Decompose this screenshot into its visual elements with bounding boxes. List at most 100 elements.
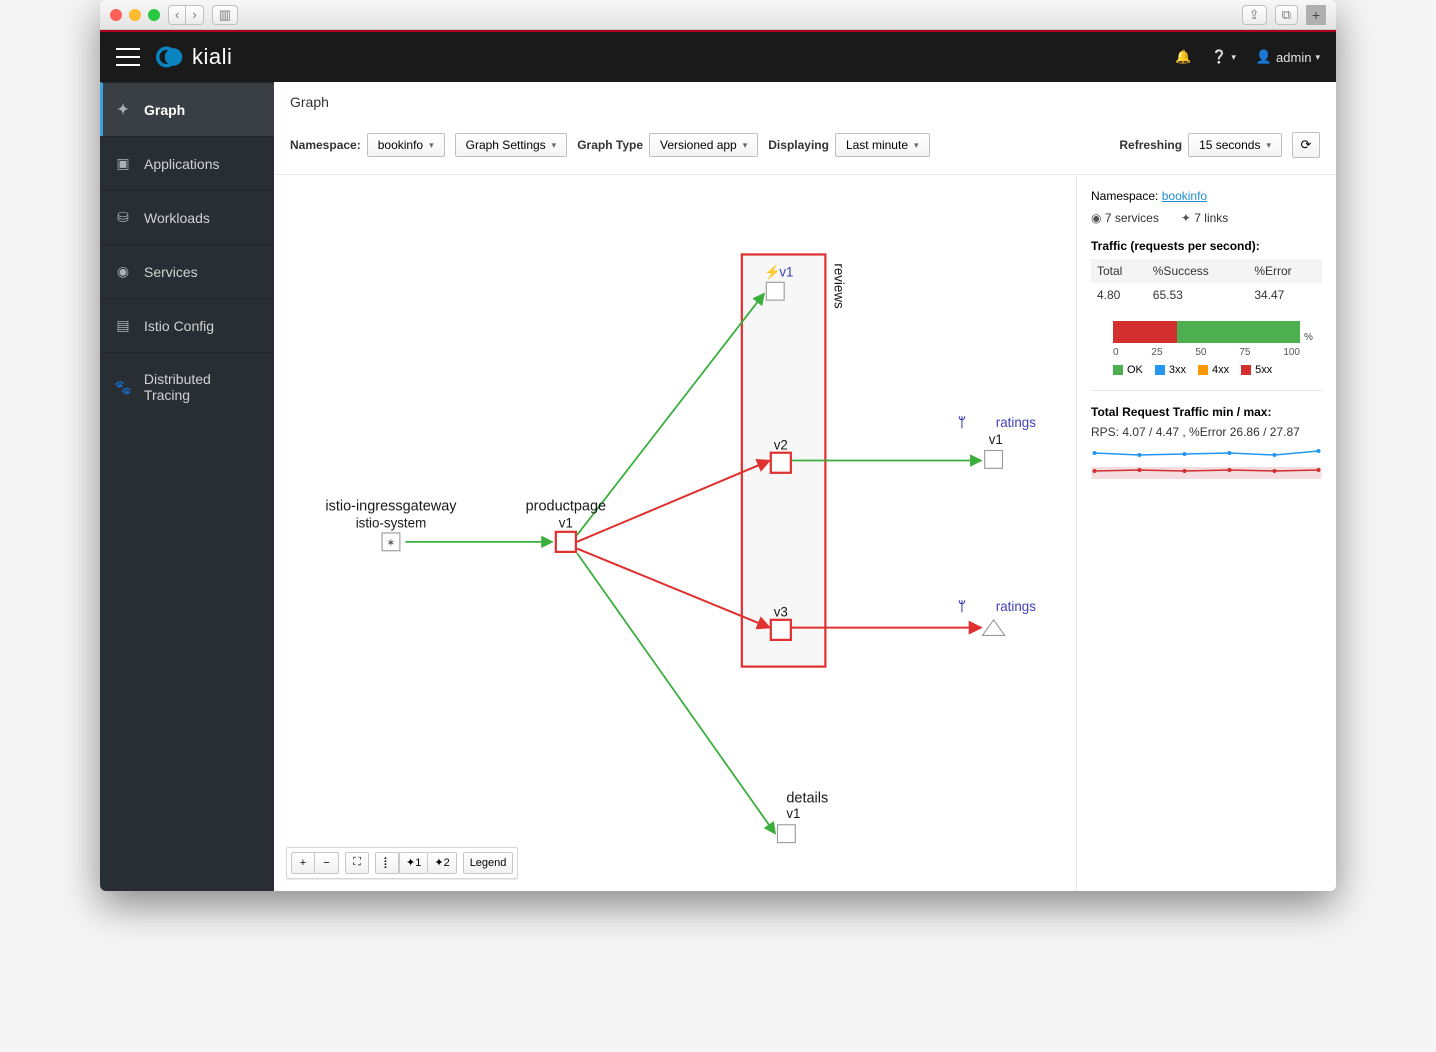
links-count: 7 links bbox=[1194, 211, 1228, 225]
node-ratings-service[interactable] bbox=[982, 620, 1004, 636]
refreshing-value: 15 seconds bbox=[1199, 138, 1260, 152]
bell-icon: 🔔 bbox=[1175, 49, 1191, 65]
node-ratings-v1[interactable] bbox=[985, 451, 1003, 469]
node-productpage[interactable] bbox=[556, 532, 576, 552]
nav-forward-button[interactable]: › bbox=[186, 5, 203, 25]
sidebar-item-applications[interactable]: ▣ Applications bbox=[100, 136, 274, 190]
node-label: v1 bbox=[779, 265, 793, 280]
graph-type-select[interactable]: Versioned app ▾ bbox=[649, 133, 758, 157]
notifications-button[interactable]: 🔔 bbox=[1175, 49, 1191, 65]
displaying-label: Displaying bbox=[768, 138, 829, 152]
brand-text: kiali bbox=[192, 44, 232, 70]
node-reviews-v1[interactable] bbox=[766, 282, 784, 300]
graph-toolbar: Namespace: bookinfo ▾ Graph Settings ▾ G… bbox=[274, 116, 1336, 174]
legend-button[interactable]: Legend bbox=[463, 852, 514, 874]
sidebar-item-istio-config[interactable]: ▤ Istio Config bbox=[100, 298, 274, 352]
fit-button[interactable]: ⛶ bbox=[345, 852, 369, 874]
caret-down-icon: ▾ bbox=[914, 140, 919, 151]
services-icon: ◉ bbox=[1091, 211, 1101, 225]
layout-1-button[interactable]: ✦1 bbox=[399, 852, 428, 874]
page-title: Graph bbox=[274, 82, 1336, 116]
sidebar-item-label: Graph bbox=[144, 102, 185, 118]
sidebar-item-workloads[interactable]: ⛁ Workloads bbox=[100, 190, 274, 244]
layout-default-button[interactable]: ⡇ bbox=[375, 852, 399, 874]
node-sub: v1 bbox=[559, 515, 573, 530]
sidebar-item-label: Applications bbox=[144, 156, 220, 172]
namespace-value: bookinfo bbox=[378, 138, 423, 152]
app-header: kiali 🔔 ❔ ▾ 👤 admin ▾ bbox=[100, 32, 1336, 82]
node-sub: v1 bbox=[786, 806, 800, 821]
browser-window: ‹ › ▥ ⇪ ⧉ + kiali 🔔 ❔ ▾ bbox=[100, 0, 1336, 891]
namespace-label: Namespace: bbox=[290, 138, 361, 152]
services-count: 7 services bbox=[1105, 211, 1159, 225]
service-graph[interactable]: reviews istio-ingressgateway istio- bbox=[274, 175, 1076, 891]
browser-nav: ‹ › bbox=[168, 5, 204, 25]
node-label: ratings bbox=[996, 599, 1036, 614]
user-icon: 👤 bbox=[1256, 49, 1272, 65]
graph-settings-label: Graph Settings bbox=[466, 138, 546, 152]
spark-band bbox=[1092, 467, 1322, 479]
sidebar: ✦ Graph ▣ Applications ⛁ Workloads ◉ Ser… bbox=[100, 82, 274, 891]
sidebar-item-label: Workloads bbox=[144, 210, 210, 226]
applications-icon: ▣ bbox=[114, 155, 132, 172]
tracing-icon: 🐾 bbox=[114, 379, 132, 396]
cell-total: 4.80 bbox=[1091, 283, 1147, 307]
user-menu[interactable]: 👤 admin ▾ bbox=[1256, 49, 1320, 65]
sidebar-item-graph[interactable]: ✦ Graph bbox=[100, 82, 274, 136]
side-namespace-link[interactable]: bookinfo bbox=[1162, 189, 1207, 203]
share-button[interactable]: ⇪ bbox=[1242, 5, 1267, 25]
spark-rps bbox=[1095, 451, 1319, 455]
total-request-header: Total Request Traffic min / max: bbox=[1091, 405, 1322, 419]
layout-icon: ✦ bbox=[434, 856, 443, 869]
nav-back-button[interactable]: ‹ bbox=[168, 5, 186, 25]
window-min-dot[interactable] bbox=[129, 9, 141, 21]
user-label: admin bbox=[1276, 50, 1311, 65]
sidebar-toggle-button[interactable]: ▥ bbox=[212, 5, 238, 25]
layout-2-button[interactable]: ✦2 bbox=[428, 852, 456, 874]
th-total: Total bbox=[1091, 259, 1147, 283]
help-menu[interactable]: ❔ ▾ bbox=[1211, 49, 1236, 65]
refreshing-select[interactable]: 15 seconds ▾ bbox=[1188, 133, 1282, 157]
node-details[interactable] bbox=[777, 825, 795, 843]
table-row: 4.80 65.53 34.47 bbox=[1091, 283, 1322, 307]
node-sub: istio-system bbox=[356, 515, 427, 530]
group-label: reviews bbox=[831, 263, 846, 309]
namespace-select[interactable]: bookinfo ▾ bbox=[367, 133, 445, 157]
graph-settings-select[interactable]: Graph Settings ▾ bbox=[455, 133, 568, 157]
sidebar-item-distributed-tracing[interactable]: 🐾 Distributed Tracing bbox=[100, 352, 274, 421]
node-reviews-v3[interactable] bbox=[771, 620, 791, 640]
side-panel: Namespace: bookinfo ◉ 7 services ✦ 7 lin… bbox=[1076, 174, 1336, 891]
seg-ok bbox=[1177, 321, 1300, 343]
node-label: istio-ingressgateway bbox=[325, 499, 457, 515]
refresh-button[interactable]: ⟳ bbox=[1292, 132, 1320, 158]
window-close-dot[interactable] bbox=[110, 9, 122, 21]
displaying-select[interactable]: Last minute ▾ bbox=[835, 133, 930, 157]
zoom-in-button[interactable]: + bbox=[291, 852, 315, 874]
traffic-header: Traffic (requests per second): bbox=[1091, 239, 1322, 253]
refresh-icon: ⟳ bbox=[1301, 137, 1312, 153]
graph-canvas[interactable]: reviews istio-ingressgateway istio- bbox=[274, 174, 1076, 891]
expand-icon: ⛶ bbox=[353, 856, 361, 869]
node-sub: v1 bbox=[989, 432, 1003, 447]
branch-icon: ᛘ bbox=[958, 599, 966, 614]
sidebar-item-label: Istio Config bbox=[144, 318, 214, 334]
menu-toggle-button[interactable] bbox=[116, 48, 140, 66]
browser-titlebar: ‹ › ▥ ⇪ ⧉ + bbox=[100, 0, 1336, 30]
node-reviews-v2[interactable] bbox=[771, 453, 791, 473]
displaying-value: Last minute bbox=[846, 138, 908, 152]
kiali-logo-icon bbox=[156, 43, 184, 71]
caret-down-icon: ▾ bbox=[552, 140, 557, 151]
cell-error: 34.47 bbox=[1248, 283, 1322, 307]
zoom-out-button[interactable]: − bbox=[315, 852, 339, 874]
sidebar-item-label: Services bbox=[144, 264, 198, 280]
caret-down-icon: ▾ bbox=[743, 140, 748, 151]
config-icon: ▤ bbox=[114, 317, 132, 334]
tabs-button[interactable]: ⧉ bbox=[1275, 5, 1298, 25]
brand: kiali bbox=[156, 43, 232, 71]
side-namespace-label: Namespace: bbox=[1091, 189, 1158, 203]
links-icon: ✦ bbox=[1181, 211, 1191, 225]
new-tab-button[interactable]: + bbox=[1306, 5, 1326, 25]
sidebar-item-services[interactable]: ◉ Services bbox=[100, 244, 274, 298]
window-max-dot[interactable] bbox=[148, 9, 160, 21]
caret-down-icon: ▾ bbox=[1266, 140, 1271, 151]
